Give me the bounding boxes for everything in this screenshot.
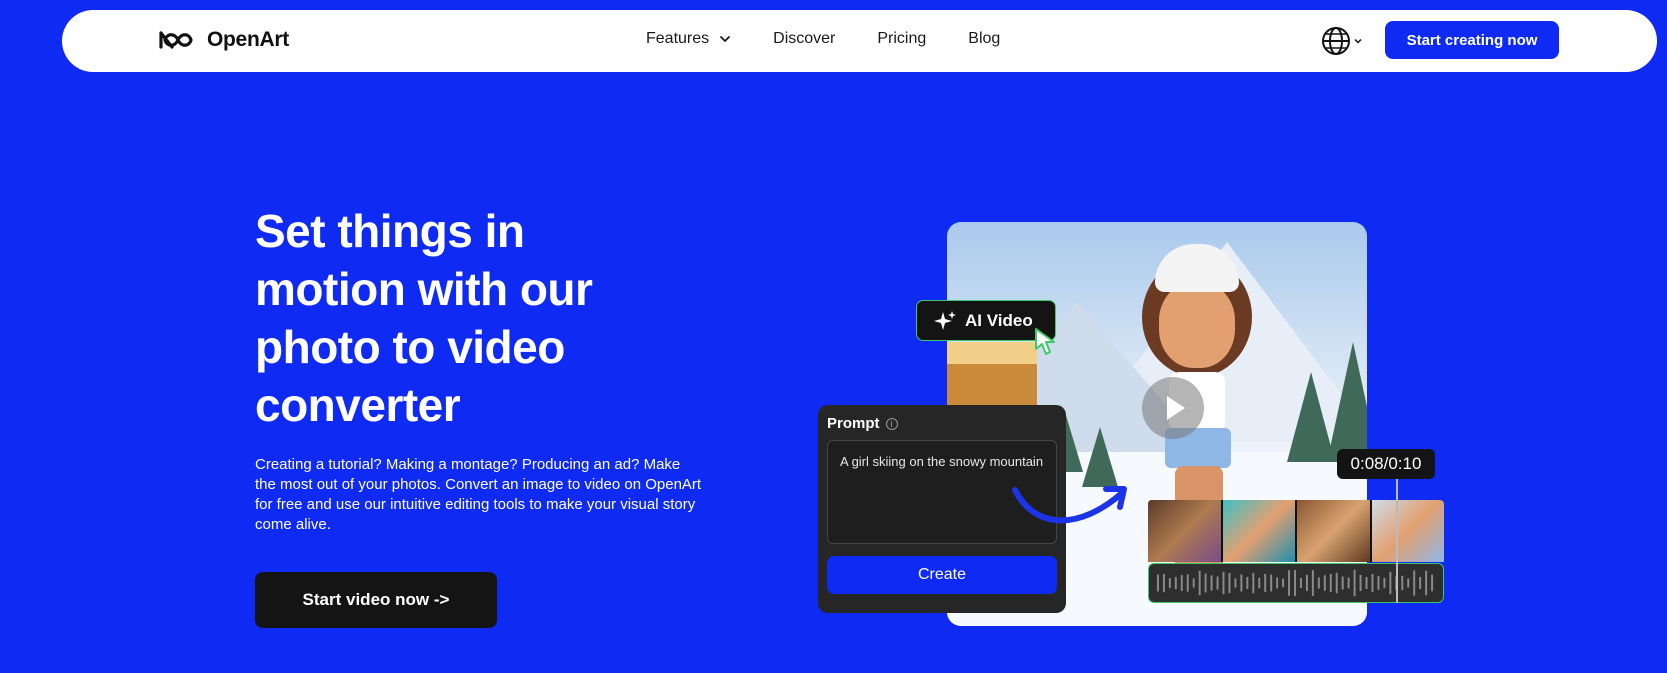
waveform-bar — [1407, 578, 1410, 588]
waveform-bar — [1299, 578, 1302, 588]
waveform-bar — [1180, 574, 1183, 592]
chevron-down-icon — [1354, 38, 1362, 44]
globe-icon — [1322, 27, 1350, 55]
waveform-bar — [1305, 574, 1308, 592]
nav-item-label: Pricing — [877, 30, 927, 47]
info-icon: i — [885, 417, 898, 430]
filmstrip-frame — [1297, 500, 1372, 562]
create-button[interactable]: Create — [827, 556, 1057, 594]
waveform-bar — [1270, 574, 1273, 592]
hero-description: Creating a tutorial? Making a montage? P… — [255, 456, 702, 533]
waveform-bar — [1359, 574, 1362, 592]
waveform-bar — [1228, 572, 1231, 594]
waveform-bar — [1425, 570, 1428, 596]
logo-text: OpenArt — [207, 28, 289, 51]
waveform-bar — [1198, 570, 1201, 596]
language-selector[interactable] — [1321, 26, 1363, 56]
waveform-bar — [1192, 578, 1195, 588]
nav-item-blog[interactable]: Blog — [968, 30, 1000, 48]
cursor-icon — [1035, 328, 1055, 355]
top-navbar: OpenArt Features Discover Pricing Blog S… — [62, 10, 1657, 72]
play-button[interactable] — [1142, 377, 1204, 439]
waveform-bar — [1276, 577, 1279, 589]
waveform-bars — [1156, 569, 1434, 597]
character-face — [1159, 282, 1235, 368]
waveform-bar — [1419, 576, 1422, 590]
chevron-down-icon — [720, 36, 731, 42]
waveform-bar — [1353, 569, 1356, 597]
nav-item-label: Discover — [773, 30, 836, 47]
nav-item-label: Blog — [968, 30, 1001, 47]
waveform-bar — [1252, 572, 1255, 594]
logo[interactable]: OpenArt — [157, 28, 289, 52]
waveform-bar — [1222, 571, 1225, 595]
filmstrip-frame — [1222, 500, 1297, 562]
nav-item-features[interactable]: Features — [646, 30, 731, 48]
nav-item-label: Features — [646, 30, 710, 47]
nav-item-pricing[interactable]: Pricing — [877, 30, 926, 48]
timecode-badge: 0:08/0:10 — [1337, 449, 1435, 479]
waveform-bar — [1311, 570, 1314, 596]
waveform-bar — [1174, 576, 1177, 590]
waveform-bar — [1389, 571, 1392, 595]
waveform-bar — [1204, 573, 1207, 593]
waveform-bar — [1377, 576, 1380, 590]
waveform-bar — [1317, 577, 1320, 589]
waveform-bar — [1341, 576, 1344, 590]
waveform-bar — [1401, 575, 1404, 591]
video-filmstrip[interactable] — [1148, 500, 1444, 562]
waveform-bar — [1431, 574, 1434, 592]
waveform-bar — [1413, 570, 1416, 596]
sparkle-icon — [934, 310, 956, 330]
waveform-bar — [1294, 569, 1296, 597]
waveform-bar — [1371, 574, 1374, 592]
ai-video-label: AI Video — [965, 310, 1033, 330]
waveform-bar — [1168, 578, 1171, 588]
nav-item-discover[interactable]: Discover — [773, 30, 835, 48]
waveform-bar — [1329, 573, 1332, 593]
waveform-bar — [1335, 572, 1338, 594]
waveform-bar — [1323, 575, 1326, 591]
waveform-bar — [1240, 574, 1243, 592]
waveform-bar — [1210, 575, 1213, 591]
tree-shape — [1327, 342, 1367, 462]
waveform-bar — [1216, 576, 1219, 590]
openart-logo-icon — [159, 31, 193, 49]
waveform-bar — [1258, 577, 1261, 589]
prompt-label-text: Prompt — [827, 415, 880, 432]
waveform-bar — [1288, 570, 1291, 596]
start-creating-button[interactable]: Start creating now — [1385, 21, 1559, 59]
prompt-label: Prompt i — [827, 415, 1057, 432]
waveform-bar — [1156, 574, 1159, 592]
main-menu: Features Discover Pricing Blog — [646, 30, 1000, 48]
waveform-bar — [1186, 574, 1189, 592]
audio-waveform[interactable] — [1148, 563, 1444, 603]
waveform-bar — [1264, 573, 1267, 593]
timeline-playhead[interactable] — [1396, 479, 1398, 603]
waveform-bar — [1383, 577, 1386, 589]
waveform-bar — [1282, 578, 1285, 588]
waveform-bar — [1162, 573, 1165, 593]
start-video-button[interactable]: Start video now -> — [255, 572, 497, 628]
curved-arrow-icon — [1012, 486, 1127, 524]
waveform-bar — [1246, 576, 1249, 590]
hero-title: Set things in motion with our photo to v… — [255, 205, 593, 431]
waveform-bar — [1347, 577, 1350, 589]
filmstrip-frame — [1371, 500, 1444, 562]
filmstrip-frame — [1148, 500, 1223, 562]
waveform-bar — [1234, 578, 1237, 588]
waveform-bar — [1365, 576, 1368, 590]
